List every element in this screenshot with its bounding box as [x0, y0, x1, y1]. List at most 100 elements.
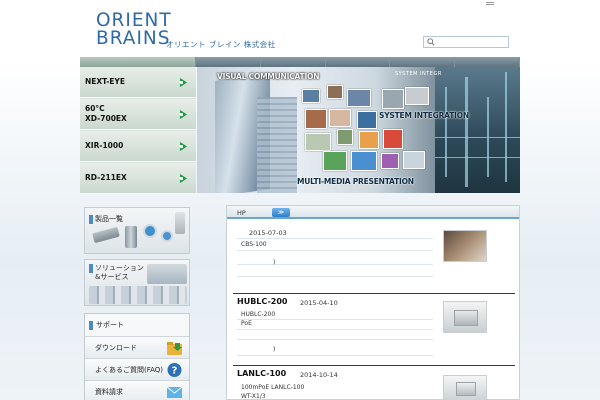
banner-photo: [327, 85, 343, 99]
control-room-image: [89, 286, 187, 304]
news-text: 100mPoE LANLC-100: [241, 384, 305, 391]
arrow-right-icon: [180, 78, 187, 87]
page: ORIENT BRAINS オリエント ブレイン 株式会社 NEXT-EYE 6…: [80, 0, 520, 400]
divider: [237, 250, 433, 251]
top-link-mark[interactable]: [486, 2, 494, 5]
banner-photo: [305, 133, 331, 151]
news-text: PoE: [241, 320, 252, 327]
banner-photo: [357, 111, 377, 129]
industrial-plant-image: [435, 67, 520, 193]
download-link[interactable]: ダウンロード: [85, 336, 189, 358]
news-date: 2015-04-10: [300, 299, 338, 307]
news-date: 2015-07-03: [249, 229, 287, 237]
search-input[interactable]: [437, 37, 507, 47]
products-label: 製品一覧: [95, 215, 123, 223]
support-heading: サポート: [85, 314, 189, 336]
nav-item-1[interactable]: [196, 57, 261, 67]
banner-photo: [329, 109, 351, 127]
banner-title-multi-media-presentation: MULTI-MEDIA PRESENTATION: [297, 177, 414, 186]
divider: [237, 355, 433, 356]
product-menu: NEXT-EYE 60°C XD-700EX XIR-1000 RD-211EX: [80, 67, 196, 194]
banner-photo: [302, 89, 320, 103]
products-link-box[interactable]: 製品一覧: [84, 207, 190, 254]
news-title[interactable]: HUBLC-200: [237, 297, 287, 306]
building-image: [257, 97, 297, 193]
divider: [237, 238, 433, 239]
faq-link[interactable]: よくあるご質問(FAQ) ?: [85, 358, 189, 380]
banner-photo: [403, 151, 425, 169]
search-icon[interactable]: [427, 38, 435, 46]
news-separator: [233, 365, 515, 366]
news-title[interactable]: LANLC-100: [237, 369, 286, 378]
help-question-icon: ?: [167, 363, 182, 377]
download-folder-icon: [167, 342, 182, 355]
news-item[interactable]: 2015-07-03 CBS-100 ): [233, 224, 515, 290]
nav-item-3[interactable]: [326, 57, 391, 67]
heading-marker: [89, 320, 93, 330]
news-thumbnail[interactable]: [443, 375, 487, 400]
news-text: ): [273, 259, 276, 266]
menu-item-next-eye[interactable]: NEXT-EYE: [80, 67, 196, 98]
menu-item-label: XD-700EX: [85, 114, 127, 123]
divider: [237, 276, 433, 277]
request-materials-link[interactable]: 資料請求: [85, 380, 189, 400]
menu-item-rd-211ex[interactable]: RD-211EX: [80, 163, 196, 194]
news-more-button[interactable]: ≫: [272, 208, 290, 217]
menu-item-label: NEXT-EYE: [85, 77, 125, 86]
banner-small-text: SYSTEM INTEGR: [395, 71, 442, 77]
divider: [237, 319, 433, 320]
news-separator: [233, 293, 515, 294]
support-box: サポート ダウンロード よくあるご質問(FAQ) ? 資料請求: [84, 313, 190, 400]
search-box[interactable]: [423, 36, 509, 48]
divider: [237, 264, 433, 265]
monitor-wall-image: [147, 264, 187, 284]
nav-home[interactable]: [80, 57, 196, 67]
menu-item-label: 60°C: [85, 104, 105, 113]
news-text: WT-X1/3: [241, 393, 266, 400]
arrow-right-icon: [180, 110, 187, 119]
global-nav-bar: [80, 57, 520, 67]
menu-item-xd-700ex[interactable]: 60°C XD-700EX: [80, 99, 196, 130]
banner-photo: [323, 151, 347, 171]
divider: [237, 339, 433, 340]
news-thumbnail[interactable]: [443, 230, 487, 262]
news-tab-label[interactable]: HP: [237, 209, 246, 217]
nav-item-5[interactable]: [455, 57, 520, 67]
news-text: HUBLC-200: [241, 311, 276, 318]
banner-title-visual-communication: VISUAL COMMUNICATION: [217, 72, 320, 81]
logo-line-2: BRAINS: [96, 28, 171, 49]
heading-marker: [89, 214, 93, 224]
divider: [237, 329, 433, 330]
camera-photo: [405, 87, 429, 105]
solutions-label-line2: &サービス: [95, 273, 129, 281]
solutions-heading: ソリューション &サービス: [89, 264, 144, 282]
product-image: [143, 224, 157, 238]
news-thumbnail[interactable]: [443, 301, 487, 333]
logo[interactable]: ORIENT BRAINS オリエント ブレイン 株式会社: [96, 11, 275, 49]
solutions-label-line1: ソリューション: [95, 264, 144, 272]
menu-item-label: XIR-1000: [85, 141, 124, 150]
news-date: 2014-10-14: [300, 371, 338, 379]
news-text: ): [273, 346, 276, 353]
banner-photo: [359, 131, 379, 149]
news-tab-bar: HP ≫: [227, 206, 519, 219]
news-panel: HP ≫ 2015-07-03 CBS-100 ) HUBLC-200 2015…: [226, 205, 520, 400]
camera-photo: [382, 89, 404, 109]
news-item[interactable]: LANLC-100 2014-10-14 100mPoE LANLC-100 W…: [233, 365, 515, 400]
download-label: ダウンロード: [95, 343, 137, 352]
mail-envelope-icon: [166, 386, 183, 398]
product-image: [175, 212, 185, 234]
banner-photo: [337, 129, 353, 145]
solutions-link-box[interactable]: ソリューション &サービス: [84, 259, 190, 306]
product-image: [92, 226, 120, 244]
arrow-right-icon: [180, 142, 187, 151]
banner-photo: [347, 89, 371, 107]
news-item[interactable]: HUBLC-200 2015-04-10 HUBLC-200 PoE ): [233, 293, 515, 363]
logo-company-name: オリエント ブレイン 株式会社: [166, 40, 276, 49]
banner-photo: [305, 109, 327, 129]
heading-marker: [89, 264, 93, 273]
hero-banner: VISUAL COMMUNICATION SYSTEM INTEGR SYSTE…: [197, 67, 520, 193]
menu-item-xir-1000[interactable]: XIR-1000: [80, 131, 196, 162]
nav-item-4[interactable]: [390, 57, 456, 67]
nav-item-2[interactable]: [261, 57, 326, 67]
